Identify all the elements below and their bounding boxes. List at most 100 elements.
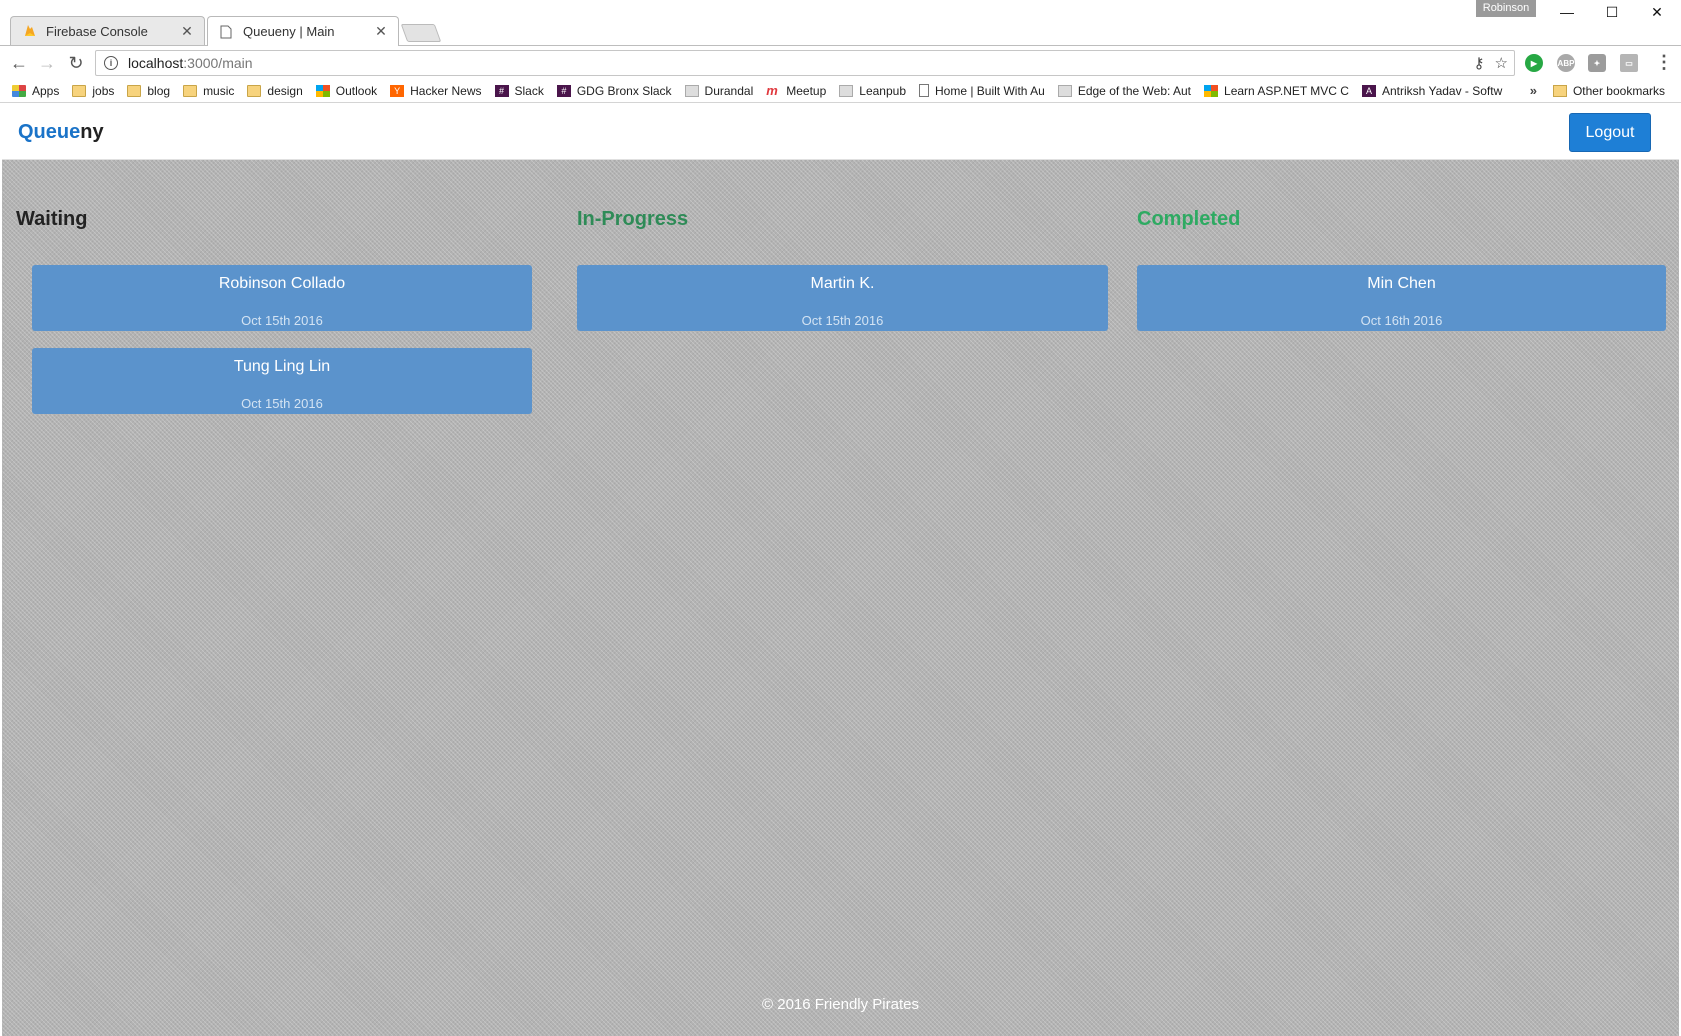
bookmark-label: Apps	[32, 83, 60, 98]
window-close-icon[interactable]: ✕	[1634, 2, 1680, 22]
cast-icon[interactable]: ▭	[1620, 54, 1638, 72]
bookmark-label: jobs	[92, 83, 115, 98]
bookmark-item[interactable]: A Antriksh Yadav - Softw	[1361, 83, 1503, 98]
folder-icon	[127, 84, 142, 97]
browser-toolbar: ← → ↻ i localhost:3000/main ⚷ ☆ ▶ ABP ✦ …	[0, 45, 1681, 79]
tab-queueny-main[interactable]: Queueny | Main ✕	[207, 16, 399, 46]
bookmark-item[interactable]: # GDG Bronx Slack	[556, 83, 672, 98]
card-name: Min Chen	[1367, 275, 1436, 292]
bookmark-label: Antriksh Yadav - Softw	[1381, 83, 1503, 98]
minimize-icon[interactable]: —	[1544, 2, 1590, 22]
close-icon[interactable]: ✕	[180, 23, 194, 40]
folder-icon	[1552, 84, 1567, 97]
bookmark-item[interactable]: Outlook	[315, 83, 378, 98]
angular-icon: A	[1361, 84, 1376, 97]
column-title: Completed	[1137, 208, 1241, 230]
browser-titlebar: Firebase Console ✕ Queueny | Main ✕ Robi…	[0, 0, 1681, 46]
url-text: localhost:3000/main	[128, 55, 253, 71]
column-title: In-Progress	[577, 208, 689, 230]
tab-firebase-console[interactable]: Firebase Console ✕	[10, 16, 205, 45]
bookmark-item[interactable]: Durandal	[684, 83, 754, 98]
card-date: Oct 15th 2016	[241, 313, 323, 328]
meetup-icon: m	[766, 82, 778, 98]
bookmarks-more-button[interactable]: »	[1530, 83, 1537, 98]
bookmark-item[interactable]: Home | Built With Au	[919, 84, 1045, 98]
bookmark-item[interactable]: music	[183, 84, 234, 98]
bookmark-label: Home | Built With Au	[935, 83, 1045, 98]
page-icon	[220, 25, 234, 39]
slack-icon: #	[494, 84, 509, 97]
bookmark-item[interactable]: blog	[127, 84, 170, 98]
bookmark-item[interactable]: # Slack	[494, 83, 544, 98]
forward-arrow-icon[interactable]: →	[35, 51, 59, 75]
queue-card[interactable]: Martin K. Oct 15th 2016	[577, 265, 1108, 331]
bookmark-star-icon[interactable]: ☆	[1495, 54, 1508, 72]
adblock-icon[interactable]: ABP	[1557, 54, 1575, 72]
reload-icon[interactable]: ↻	[64, 51, 88, 75]
bookmark-label: Learn ASP.NET MVC C	[1224, 83, 1349, 98]
bookmark-item[interactable]: m Meetup	[766, 84, 826, 98]
firebase-icon	[23, 24, 37, 38]
apps-icon	[12, 84, 26, 97]
footer-copyright: © 2016 Friendly Pirates	[762, 996, 919, 1013]
microsoft-icon	[315, 84, 330, 97]
bookmark-label: design	[267, 83, 303, 98]
info-icon[interactable]: i	[104, 56, 118, 70]
bookmark-label: Outlook	[335, 83, 378, 98]
other-bookmarks[interactable]: Other bookmarks	[1552, 83, 1665, 98]
queue-card[interactable]: Min Chen Oct 16th 2016	[1137, 265, 1666, 331]
logout-button[interactable]: Logout	[1569, 113, 1651, 152]
bookmark-label: Leanpub	[859, 83, 906, 98]
maximize-icon[interactable]: ☐	[1589, 2, 1635, 22]
slack-icon: #	[556, 84, 571, 97]
card-name: Martin K.	[810, 275, 875, 292]
leanpub-icon	[839, 84, 854, 97]
back-arrow-icon[interactable]: ←	[7, 51, 31, 75]
microsoft-icon	[1204, 84, 1219, 97]
folder-icon	[183, 84, 198, 97]
folder-icon	[247, 84, 262, 97]
bookmark-label: Hacker News	[410, 83, 482, 98]
page-icon	[919, 84, 929, 97]
bookmark-item[interactable]: design	[247, 83, 303, 98]
bookmark-label: blog	[147, 83, 171, 98]
new-tab-button[interactable]	[400, 24, 442, 42]
extension-green-icon[interactable]: ▶	[1525, 54, 1543, 72]
bookmark-label: Durandal	[704, 83, 754, 98]
queue-card[interactable]: Robinson Collado Oct 15th 2016	[32, 265, 532, 331]
queue-card[interactable]: Tung Ling Lin Oct 15th 2016	[32, 348, 532, 414]
profile-badge[interactable]: Robinson	[1476, 0, 1536, 17]
bookmark-label: Other bookmarks	[1572, 83, 1665, 98]
bookmark-label: Meetup	[786, 83, 827, 98]
bookmark-label: Edge of the Web: Aut	[1077, 83, 1192, 98]
tab-title: Firebase Console	[46, 23, 148, 39]
menu-dots-icon[interactable]: ⋮	[1655, 53, 1673, 71]
bookmark-item[interactable]: Learn ASP.NET MVC C	[1204, 84, 1349, 98]
card-date: Oct 15th 2016	[801, 313, 884, 328]
bookmark-item[interactable]: Y Hacker News	[390, 83, 482, 98]
extension-icon[interactable]: ✦	[1588, 54, 1606, 72]
bookmark-item[interactable]: Leanpub	[839, 84, 906, 98]
key-icon[interactable]: ⚷	[1474, 54, 1485, 72]
card-date: Oct 15th 2016	[241, 396, 323, 411]
bookmark-item[interactable]: Apps	[12, 84, 59, 98]
brand-logo[interactable]: Queueny	[18, 121, 104, 144]
bookmarks-bar: Apps jobs blog music design Outlook Y Hacker Ne…	[0, 79, 1681, 103]
queue-board: Waiting Robinson Collado Oct 15th 2016 T…	[2, 160, 1679, 1036]
card-name: Tung Ling Lin	[233, 358, 331, 375]
address-bar[interactable]: i localhost:3000/main ⚷ ☆	[95, 50, 1515, 76]
bookmark-label: music	[203, 83, 235, 98]
bookmark-item[interactable]: jobs	[72, 84, 114, 98]
close-icon[interactable]: ✕	[374, 23, 388, 40]
bookmark-item[interactable]: Edge of the Web: Aut	[1057, 83, 1192, 98]
bookmark-label: Slack	[514, 83, 544, 98]
bookmark-label: GDG Bronx Slack	[576, 83, 672, 98]
edge-icon	[1057, 84, 1072, 97]
folder-icon	[72, 84, 87, 97]
card-date: Oct 16th 2016	[1360, 313, 1443, 328]
tab-title: Queueny | Main	[243, 24, 335, 39]
hacker-news-icon: Y	[390, 84, 405, 97]
durandal-icon	[684, 84, 699, 97]
card-name: Robinson Collado	[218, 275, 346, 292]
column-title: Waiting	[16, 208, 88, 230]
